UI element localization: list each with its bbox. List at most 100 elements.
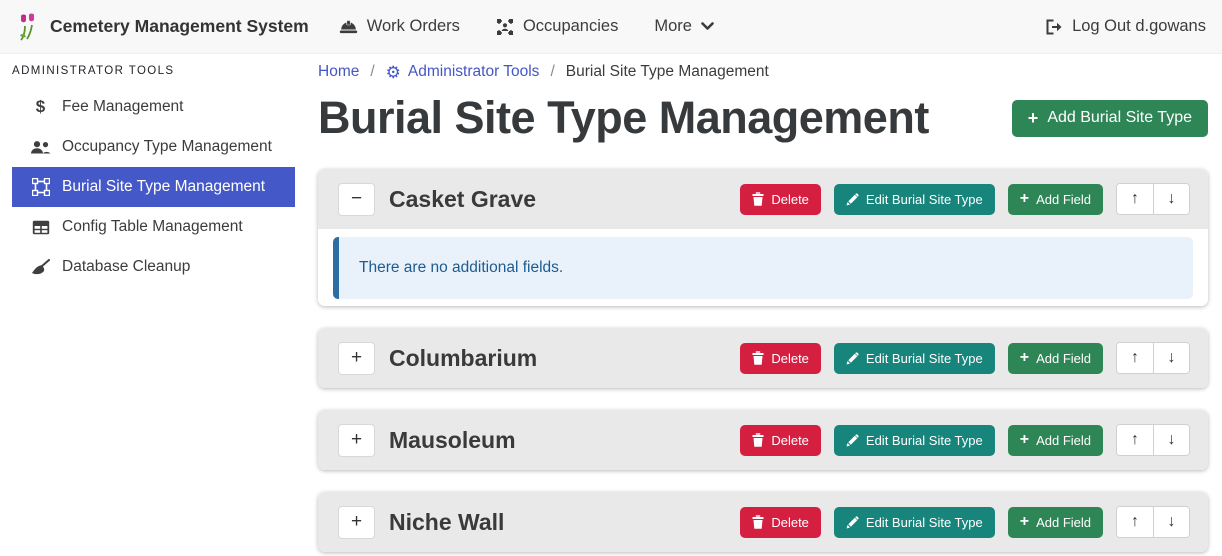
move-up-button[interactable]: ↑ <box>1117 343 1153 373</box>
reorder-group: ↑ ↓ <box>1116 506 1190 538</box>
tulip-logo-icon <box>16 13 40 41</box>
add-field-label: Add Field <box>1036 433 1091 448</box>
hard-hat-icon <box>339 19 358 35</box>
edit-burial-site-type-button[interactable]: Edit Burial Site Type <box>834 507 995 538</box>
edit-label: Edit Burial Site Type <box>866 192 983 207</box>
panel-title: Columbarium <box>389 345 537 372</box>
panel-casket-grave: − Casket Grave Delete Edit Burial Site T… <box>318 169 1208 306</box>
app-title: Cemetery Management System <box>50 16 309 37</box>
nav-more[interactable]: More <box>654 17 714 36</box>
move-down-button[interactable]: ↓ <box>1153 425 1189 455</box>
delete-button[interactable]: Delete <box>740 343 821 374</box>
add-field-button[interactable]: + Add Field <box>1008 507 1103 538</box>
move-up-button[interactable]: ↑ <box>1117 425 1153 455</box>
sidebar-item-burial-site-type[interactable]: Burial Site Type Management <box>12 167 295 207</box>
add-field-label: Add Field <box>1036 192 1091 207</box>
edit-burial-site-type-button[interactable]: Edit Burial Site Type <box>834 343 995 374</box>
logout-label: Log Out d.gowans <box>1072 17 1206 36</box>
expand-toggle-button[interactable]: + <box>338 424 375 457</box>
move-down-button[interactable]: ↓ <box>1153 507 1189 537</box>
occupancy-frame-icon <box>496 18 514 36</box>
move-down-button[interactable]: ↓ <box>1153 343 1189 373</box>
page-title: Burial Site Type Management <box>318 91 929 145</box>
add-field-button[interactable]: + Add Field <box>1008 343 1103 374</box>
pencil-icon <box>846 352 859 365</box>
trash-icon <box>752 192 764 206</box>
edit-burial-site-type-button[interactable]: Edit Burial Site Type <box>834 184 995 215</box>
main-content: Home / ⚙ Administrator Tools / Burial Si… <box>300 54 1222 556</box>
reorder-group: ↑ ↓ <box>1116 342 1190 374</box>
edit-label: Edit Burial Site Type <box>866 351 983 366</box>
sidebar-item-label: Occupancy Type Management <box>62 138 272 156</box>
sidebar-item-database-cleanup[interactable]: Database Cleanup <box>12 247 295 287</box>
dollar-icon: $ <box>30 97 51 117</box>
delete-label: Delete <box>771 351 809 366</box>
expand-toggle-button[interactable]: + <box>338 342 375 375</box>
delete-button[interactable]: Delete <box>740 425 821 456</box>
trash-icon <box>752 433 764 447</box>
trash-icon <box>752 515 764 529</box>
panel-title: Casket Grave <box>389 186 536 213</box>
logout-button[interactable]: Log Out d.gowans <box>1045 17 1206 36</box>
add-burial-site-type-button[interactable]: + Add Burial Site Type <box>1012 100 1208 137</box>
panel-header: + Niche Wall Delete Edit Burial Site Typ… <box>318 492 1208 552</box>
reorder-group: ↑ ↓ <box>1116 424 1190 456</box>
nav-occupancies[interactable]: Occupancies <box>496 17 618 36</box>
users-icon <box>30 140 51 155</box>
delete-button[interactable]: Delete <box>740 507 821 538</box>
breadcrumb-admin-tools-link[interactable]: ⚙ Administrator Tools <box>386 63 540 81</box>
delete-button[interactable]: Delete <box>740 184 821 215</box>
trash-icon <box>752 351 764 365</box>
breadcrumb-admin-tools-label: Administrator Tools <box>408 63 540 81</box>
plus-icon: + <box>1020 191 1029 207</box>
sidebar-item-label: Database Cleanup <box>62 258 190 276</box>
table-icon <box>30 220 51 235</box>
sidebar-item-config-table[interactable]: Config Table Management <box>12 207 295 247</box>
vector-square-icon <box>30 178 51 196</box>
add-field-button[interactable]: + Add Field <box>1008 184 1103 215</box>
delete-label: Delete <box>771 433 809 448</box>
panel-actions: Delete Edit Burial Site Type + Add Field… <box>740 342 1190 374</box>
pencil-icon <box>846 434 859 447</box>
breadcrumb: Home / ⚙ Administrator Tools / Burial Si… <box>318 63 1208 81</box>
broom-icon <box>30 259 51 275</box>
collapse-toggle-button[interactable]: − <box>338 183 375 216</box>
sidebar-item-label: Config Table Management <box>62 218 243 236</box>
sidebar-heading: ADMINISTRATOR TOOLS <box>0 63 300 87</box>
sidebar-item-occupancy-type[interactable]: Occupancy Type Management <box>12 127 295 167</box>
nav-more-label: More <box>654 17 692 36</box>
panel-header: + Mausoleum Delete Edit Burial Site Type… <box>318 410 1208 470</box>
app-brand[interactable]: Cemetery Management System <box>16 13 309 41</box>
no-fields-alert: There are no additional fields. <box>333 237 1193 299</box>
panel-title: Mausoleum <box>389 427 516 454</box>
panel-header: − Casket Grave Delete Edit Burial Site T… <box>318 169 1208 229</box>
panel-header: + Columbarium Delete Edit Burial Site Ty… <box>318 328 1208 388</box>
panel-body: There are no additional fields. <box>318 229 1208 306</box>
breadcrumb-home-link[interactable]: Home <box>318 63 359 81</box>
sidebar-item-label: Burial Site Type Management <box>62 178 265 196</box>
panel-actions: Delete Edit Burial Site Type + Add Field… <box>740 424 1190 456</box>
panel-actions: Delete Edit Burial Site Type + Add Field… <box>740 183 1190 215</box>
burial-site-type-list: − Casket Grave Delete Edit Burial Site T… <box>318 169 1208 552</box>
plus-icon: + <box>1020 350 1029 366</box>
pencil-icon <box>846 193 859 206</box>
expand-toggle-button[interactable]: + <box>338 506 375 539</box>
edit-burial-site-type-button[interactable]: Edit Burial Site Type <box>834 425 995 456</box>
edit-label: Edit Burial Site Type <box>866 515 983 530</box>
sidebar-item-fee-management[interactable]: $ Fee Management <box>12 87 295 127</box>
move-up-button[interactable]: ↑ <box>1117 507 1153 537</box>
add-field-label: Add Field <box>1036 351 1091 366</box>
delete-label: Delete <box>771 515 809 530</box>
plus-icon: + <box>1020 432 1029 448</box>
logout-icon <box>1045 19 1063 35</box>
main-nav: Work Orders Occupancies More <box>339 17 714 36</box>
plus-icon: + <box>1020 514 1029 530</box>
move-up-button[interactable]: ↑ <box>1117 184 1153 214</box>
panel-title: Niche Wall <box>389 509 504 536</box>
panel-actions: Delete Edit Burial Site Type + Add Field… <box>740 506 1190 538</box>
plus-icon: + <box>1028 109 1039 127</box>
move-down-button[interactable]: ↓ <box>1153 184 1189 214</box>
gear-icon: ⚙ <box>386 64 401 81</box>
add-field-button[interactable]: + Add Field <box>1008 425 1103 456</box>
nav-work-orders[interactable]: Work Orders <box>339 17 460 36</box>
